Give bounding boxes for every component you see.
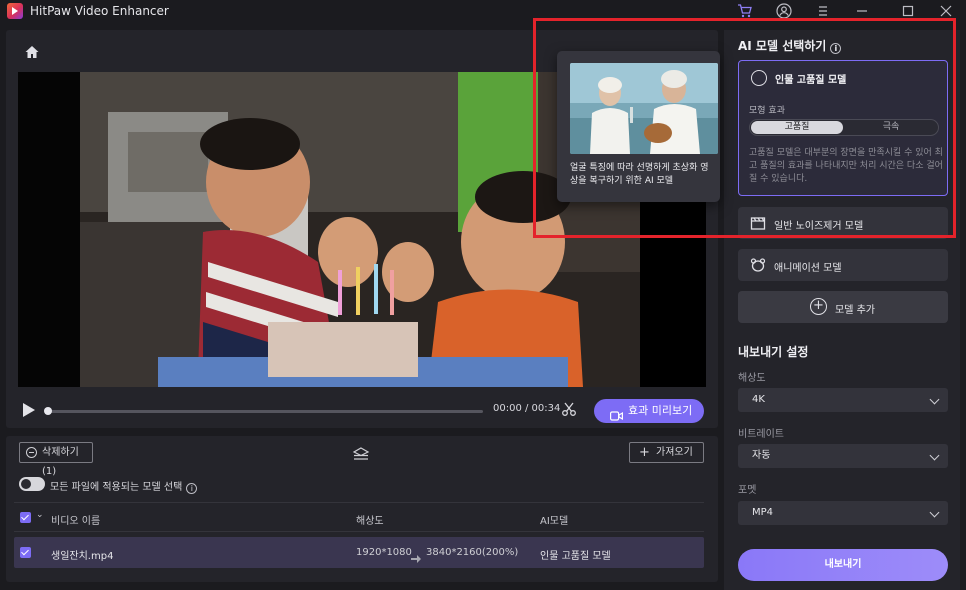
close-icon[interactable] [938,3,954,19]
export-button[interactable]: 내보내기 [738,549,948,581]
format-label: 포멧 [738,485,757,496]
model-card-anime[interactable]: 애니메이션 모델 [738,249,948,281]
info-icon[interactable]: i [186,483,198,494]
collapse-icon[interactable] [352,446,370,460]
row-checkbox[interactable] [20,547,31,558]
plus-circle-icon: + [810,298,827,315]
option-high-quality[interactable]: 고품질 [751,121,843,134]
time-readout: 00:00 / 00:34 [493,403,561,414]
scissors-icon[interactable] [561,401,577,417]
minimize-icon[interactable] [854,3,870,19]
seek-handle[interactable] [44,407,52,415]
app-title: HitPaw Video Enhancer [30,4,169,18]
model-card-anime-label: 애니메이션 모델 [774,263,842,274]
resolution-from: 1920*1080 [356,547,412,558]
column-model: AI모델 [540,516,569,527]
home-icon[interactable] [24,44,40,60]
settings-panel: AI 모델 선택하기 i 인물 고품질 모델 모형 효과 고품질 극속 고품질 모… [724,30,960,590]
file-name: 생일잔치.mp4 [51,551,114,562]
row-model: 인물 고품질 모델 [540,551,611,562]
apply-all-text: 모든 파일에 적용되는 모델 선택 [50,482,183,493]
column-name: 비디오 이름 [51,516,101,527]
effect-label: 모형 효과 [749,106,785,116]
title-bar: HitPaw Video Enhancer [0,0,966,22]
file-list-panel: 삭제하기(1) + 가져오기 모든 파일에 적용되는 모델 선택 i ⌄ 비디오 … [6,436,718,582]
table-row[interactable]: 생일잔치.mp4 1920*1080 3840*2160(200%) 인물 고품… [14,537,704,568]
delete-button[interactable]: 삭제하기(1) [19,442,93,477]
app-logo [7,3,23,19]
bitrate-value: 자동 [752,450,771,461]
chevron-down-icon[interactable]: ⌄ [36,510,44,520]
apply-all-label: 모든 파일에 적용되는 모델 선택 i [50,478,198,494]
model-card-denoise-label: 일반 노이즈제거 모델 [774,221,864,232]
model-section-text: AI 모델 선택하기 [738,39,827,53]
model-card-title: 인물 고품질 모델 [775,75,847,86]
apply-all-toggle[interactable] [19,477,45,491]
resolution-to: 3840*2160(200%) [426,547,519,558]
cart-icon[interactable] [737,3,753,19]
table-header: ⌄ 비디오 이름 해상도 AI모델 [14,502,704,532]
face-icon [751,70,767,86]
model-card-denoise[interactable]: 일반 노이즈제거 모델 [738,207,948,239]
clapper-icon [750,215,766,231]
info-icon[interactable]: i [830,43,842,54]
select-all-checkbox[interactable] [20,512,31,523]
add-model-label: 모델 추가 [835,305,875,316]
bitrate-select[interactable]: 자동 [738,444,948,468]
minus-circle-icon [26,447,37,458]
preview-effect-label: 효과 미리보기 [628,404,693,417]
preview-effect-button[interactable]: 효과 미리보기 [594,399,704,423]
play-button[interactable] [23,403,35,417]
import-label: 가져오기 [656,447,693,458]
resolution-select[interactable]: 4K [738,388,948,412]
column-resolution: 해상도 [356,516,384,527]
format-value: MP4 [752,507,774,518]
chevron-down-icon [929,450,940,461]
chevron-down-icon [929,394,940,405]
bear-icon [750,257,766,273]
model-tooltip: 얼굴 특징에 따라 선명하게 초상화 영상을 복구하기 위한 AI 모델 [557,51,720,202]
export-section-title: 내보내기 설정 [738,345,809,359]
resolution-value: 4K [752,394,765,405]
maximize-icon[interactable] [900,3,916,19]
resolution-label: 해상도 [738,373,766,384]
model-description: 고품질 모델은 대부분의 장면을 만족시킬 수 있어 최고 품질의 효과를 나타… [749,148,943,184]
camera-icon [610,406,623,421]
quality-toggle: 고품질 극속 [749,119,939,136]
format-select[interactable]: MP4 [738,501,948,525]
option-fast[interactable]: 극속 [845,121,937,134]
player-controls: 00:00 / 00:34 효과 미리보기 [18,395,706,425]
delete-label: 삭제하기(1) [42,447,79,477]
model-section-title: AI 모델 선택하기 i [738,37,842,54]
chevron-down-icon [929,507,940,518]
plus-icon: + [639,445,650,460]
arrow-right-icon [411,548,421,563]
bitrate-label: 비트레이트 [738,429,784,440]
seek-bar[interactable] [44,407,483,415]
tooltip-thumbnail [570,63,718,154]
account-icon[interactable] [776,3,792,19]
import-button[interactable]: + 가져오기 [629,442,704,463]
tooltip-text: 얼굴 특징에 따라 선명하게 초상화 영상을 복구하기 위한 AI 모델 [570,163,709,186]
model-card-portrait[interactable]: 인물 고품질 모델 모형 효과 고품질 극속 고품질 모델은 대부분의 장면을 … [738,60,948,196]
add-model-button[interactable]: + 모델 추가 [738,291,948,323]
menu-icon[interactable] [815,3,831,19]
